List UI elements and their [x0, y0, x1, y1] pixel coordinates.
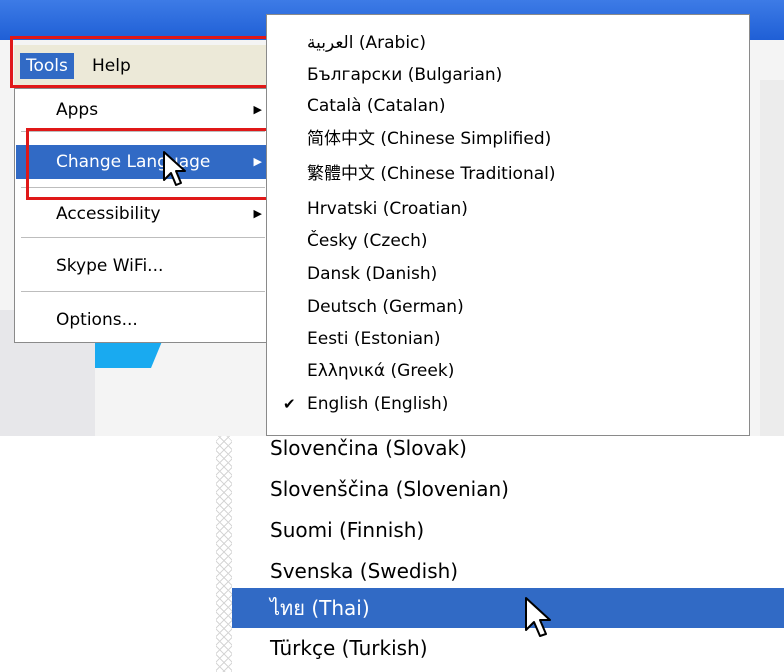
- checkmark-icon: ✔: [283, 395, 296, 413]
- language-item-swedish[interactable]: Svenska (Swedish): [232, 551, 784, 591]
- language-item-slovak[interactable]: Slovenčina (Slovak): [232, 436, 784, 468]
- submenu-arrow-icon: ▶: [253, 207, 262, 220]
- language-item-slovenian[interactable]: Slovenščina (Slovenian): [232, 469, 784, 509]
- menu-item-options[interactable]: Options...: [16, 303, 270, 337]
- language-item-turkish[interactable]: Türkçe (Turkish): [232, 628, 784, 668]
- language-menu: العربية (Arabic) Български (Bulgarian) C…: [266, 14, 750, 436]
- language-item-chinese-simplified[interactable]: 简体中文 (Chinese Simplified): [307, 125, 551, 153]
- language-item-greek[interactable]: Ελληνικά (Greek): [307, 357, 454, 385]
- language-item-croatian[interactable]: Hrvatski (Croatian): [307, 195, 468, 223]
- highlight-box-tools: [10, 36, 274, 88]
- language-item-catalan[interactable]: Català (Catalan): [307, 92, 445, 120]
- top-screenshot: Tools Help Apps ▶ Change Language ▶ Acce…: [0, 0, 784, 436]
- menu-item-label: Options...: [56, 310, 138, 330]
- menu-separator: [21, 237, 265, 238]
- menu-edge-pattern: [216, 436, 232, 672]
- tools-menu: Apps ▶ Change Language ▶ Accessibility ▶…: [14, 88, 272, 343]
- menu-separator: [21, 291, 265, 292]
- menu-item-label: Apps: [56, 100, 99, 120]
- language-item-danish[interactable]: Dansk (Danish): [307, 260, 437, 288]
- menu-item-apps[interactable]: Apps ▶: [16, 93, 270, 127]
- mouse-cursor-icon: [163, 151, 186, 186]
- language-item-estonian[interactable]: Eesti (Estonian): [307, 325, 440, 353]
- menu-item-accessibility[interactable]: Accessibility ▶: [16, 197, 270, 231]
- menu-item-label: Skype WiFi...: [56, 256, 164, 276]
- language-item-chinese-traditional[interactable]: 繁體中文 (Chinese Traditional): [307, 160, 556, 188]
- mouse-cursor-icon: [525, 597, 551, 637]
- language-item-finnish[interactable]: Suomi (Finnish): [232, 510, 784, 550]
- language-item-czech[interactable]: Česky (Czech): [307, 227, 428, 255]
- language-item-bulgarian[interactable]: Български (Bulgarian): [307, 61, 502, 89]
- submenu-arrow-icon: ▶: [253, 103, 262, 116]
- bottom-screenshot: Slovenčina (Slovak) Slovenščina (Sloveni…: [0, 436, 784, 672]
- highlight-box-change-language: [26, 128, 292, 200]
- menu-item-skype-wifi[interactable]: Skype WiFi...: [16, 249, 270, 283]
- language-item-thai[interactable]: ไทย (Thai): [232, 588, 784, 628]
- menu-item-label: Accessibility: [56, 204, 161, 224]
- background-panel-right: [760, 80, 784, 436]
- language-item-english[interactable]: English (English): [307, 390, 448, 418]
- language-item-german[interactable]: Deutsch (German): [307, 293, 464, 321]
- language-item-arabic[interactable]: العربية (Arabic): [307, 29, 426, 57]
